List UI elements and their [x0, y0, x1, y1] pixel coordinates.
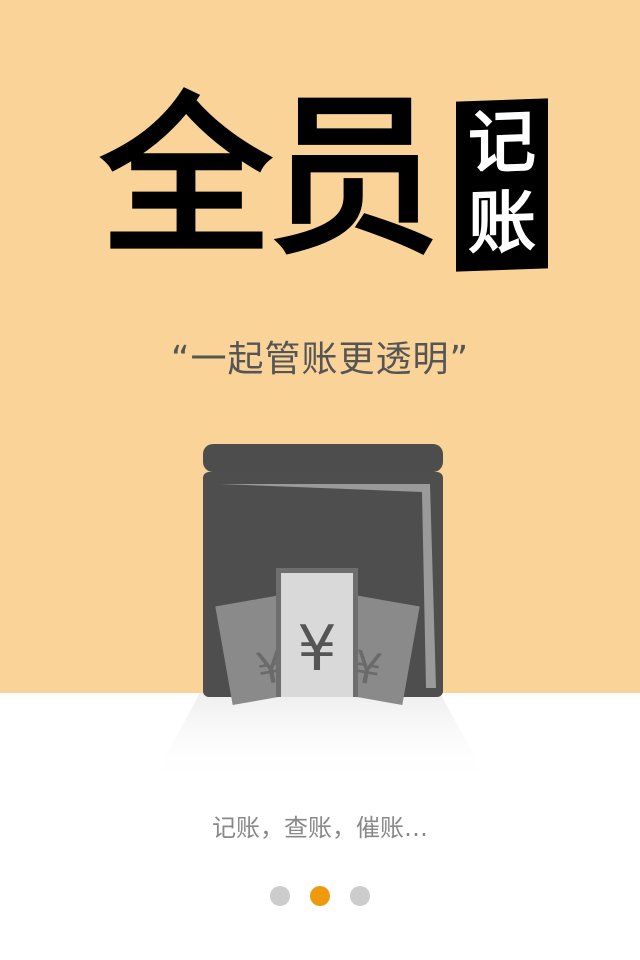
page-dot-3[interactable] — [350, 886, 370, 906]
page-dot-1[interactable] — [270, 886, 290, 906]
page-dot-2-active[interactable] — [310, 886, 330, 906]
hero-badge: 记 账 — [456, 98, 548, 272]
tagline: “一起管账更透明” — [170, 339, 470, 380]
wallet-flap — [203, 444, 443, 472]
wallet-illustration: ¥ ¥ ¥ — [150, 444, 490, 785]
badge-char-1: 记 — [467, 102, 536, 185]
wallet-shadow — [150, 693, 490, 785]
page-indicator — [0, 886, 640, 910]
yen-symbol-icon: ¥ — [297, 612, 336, 685]
hero-title: 全员 — [100, 77, 440, 278]
caption: 记账，查账，催账… — [212, 814, 428, 842]
badge-char-2: 账 — [467, 182, 536, 265]
